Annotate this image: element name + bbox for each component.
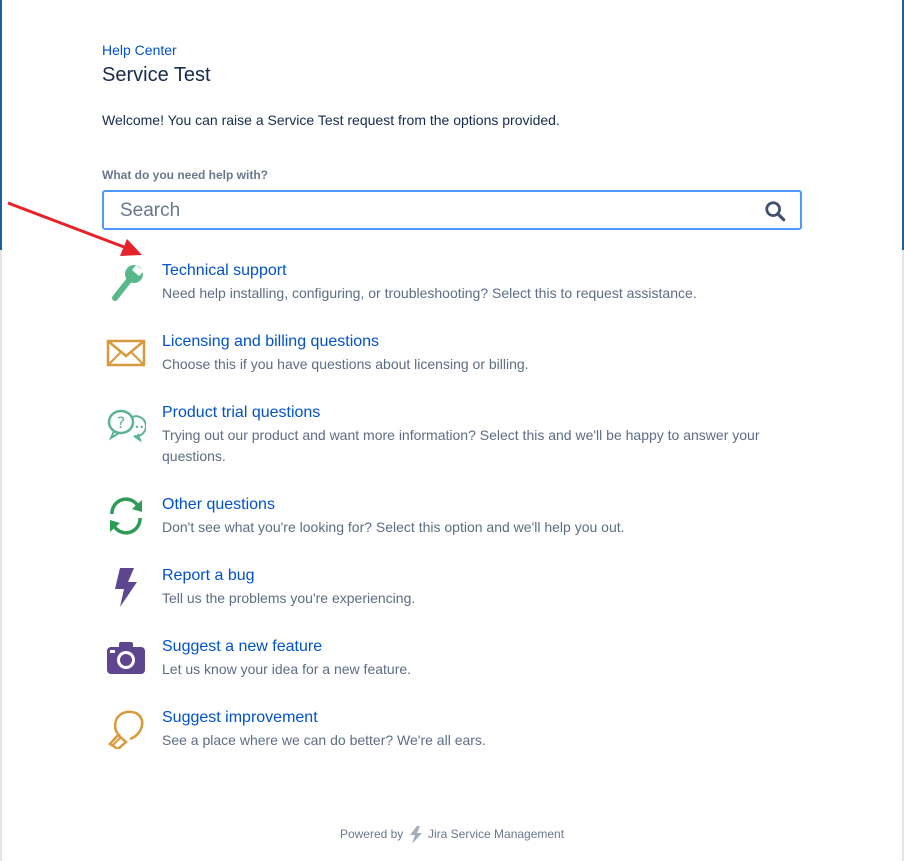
request-title: Product trial questions: [162, 404, 321, 421]
jira-service-management-link[interactable]: Jira Service Management: [428, 827, 564, 841]
request-type-other-questions[interactable]: Other questions Don't see what you're lo…: [102, 496, 802, 538]
request-title: Licensing and billing questions: [162, 333, 380, 350]
request-description: Need help installing, configuring, or tr…: [162, 285, 697, 301]
svg-text:?: ?: [117, 413, 126, 432]
list-item: ? ••• Product trial questions Trying out…: [102, 404, 802, 496]
jira-service-management-logo-icon: [409, 826, 422, 844]
request-title: Suggest improvement: [162, 709, 318, 726]
list-item: Other questions Don't see what you're lo…: [102, 496, 802, 567]
question-bubbles-icon: ? •••: [107, 409, 146, 443]
svg-text:•••: •••: [130, 423, 144, 432]
search-box[interactable]: [102, 190, 802, 230]
request-title: Technical support: [162, 262, 287, 279]
search-label: What do you need help with?: [102, 168, 268, 182]
search-input[interactable]: [118, 192, 742, 230]
refresh-arrows-icon: [110, 497, 142, 535]
request-type-technical-support[interactable]: Technical support Need help installing, …: [102, 262, 802, 304]
request-description: Trying out our product and want more inf…: [162, 427, 760, 464]
request-title: Suggest a new feature: [162, 638, 323, 655]
request-title: Report a bug: [162, 567, 255, 584]
request-type-licensing-billing[interactable]: Licensing and billing questions Choose t…: [102, 333, 802, 375]
welcome-message: Welcome! You can raise a Service Test re…: [102, 112, 560, 128]
search-icon[interactable]: [764, 200, 786, 222]
request-description: Tell us the problems you're experiencing…: [162, 590, 416, 606]
request-type-list: Technical support Need help installing, …: [102, 262, 802, 780]
wrench-icon: [112, 265, 144, 301]
request-title: Other questions: [162, 496, 275, 513]
breadcrumb-help-center[interactable]: Help Center: [102, 42, 177, 58]
list-item: Suggest a new feature Let us know your i…: [102, 638, 802, 709]
request-type-product-trial[interactable]: ? ••• Product trial questions Trying out…: [102, 404, 802, 467]
request-description: Let us know your idea for a new feature.: [162, 661, 412, 677]
envelope-icon: [106, 339, 146, 367]
lightbulb-icon: [108, 710, 144, 749]
request-type-suggest-improvement[interactable]: Suggest improvement See a place where we…: [102, 709, 802, 751]
list-item: Licensing and billing questions Choose t…: [102, 333, 802, 404]
powered-by-label: Powered by: [339, 827, 404, 842]
request-type-report-bug[interactable]: Report a bug Tell us the problems you're…: [102, 567, 802, 609]
list-item: Suggest improvement See a place where we…: [102, 709, 802, 780]
footer: Powered by Jira Service Management: [0, 826, 904, 844]
request-description: See a place where we can do better? We'r…: [162, 732, 486, 748]
request-description: Don't see what you're looking for? Selec…: [162, 519, 625, 535]
lightning-bolt-icon: [115, 568, 137, 607]
request-type-new-feature[interactable]: Suggest a new feature Let us know your i…: [102, 638, 802, 680]
list-item: Technical support Need help installing, …: [102, 262, 802, 333]
annotation-arrow-icon: [7, 201, 142, 256]
request-description: Choose this if you have questions about …: [162, 356, 529, 372]
camera-icon: [107, 642, 145, 674]
list-item: Report a bug Tell us the problems you're…: [102, 567, 802, 638]
page-title: Service Test: [102, 64, 211, 86]
